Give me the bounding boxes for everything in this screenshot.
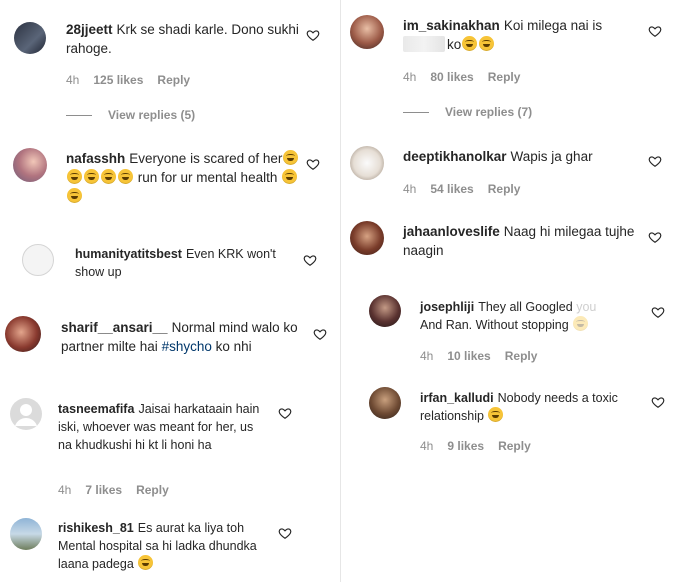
reply-button[interactable]: Reply [505, 349, 538, 363]
heart-icon[interactable] [303, 253, 317, 267]
avatar[interactable] [5, 316, 41, 352]
timestamp: 4h [403, 70, 417, 84]
column-divider [340, 0, 341, 582]
laughing-emoji-icon [101, 169, 116, 184]
heart-icon[interactable] [648, 230, 662, 244]
heart-icon[interactable] [278, 526, 292, 540]
heart-icon[interactable] [651, 305, 665, 319]
comment-text-cont: And Ran. Without stopping [420, 318, 569, 332]
blurred-mention [403, 36, 445, 52]
reply-button[interactable]: Reply [498, 439, 531, 453]
avatar[interactable] [22, 244, 54, 276]
likes-count[interactable]: 10 likes [447, 349, 490, 363]
emoji-icon [573, 316, 589, 331]
timestamp: 4h [58, 483, 72, 497]
username[interactable]: humanityatitsbest [75, 247, 182, 261]
username[interactable]: 28jjeett [66, 22, 113, 37]
avatar[interactable] [350, 221, 384, 255]
laughing-emoji-icon [282, 169, 298, 184]
default-user-icon [15, 404, 37, 426]
reply-button[interactable]: Reply [488, 70, 521, 84]
timestamp: 4h [66, 73, 80, 87]
comment-text: They all Googled [478, 300, 573, 314]
view-replies-label: View replies (5) [108, 108, 196, 122]
reply-button[interactable]: Reply [488, 182, 521, 196]
laughing-emoji-icon [67, 188, 82, 203]
comment-text-cont: ko nhi [215, 339, 252, 354]
avatar[interactable] [369, 295, 401, 327]
faded-text: you [576, 300, 597, 314]
timestamp: 4h [420, 349, 434, 363]
timestamp: 4h [420, 439, 434, 453]
username[interactable]: im_sakinakhan [403, 18, 500, 33]
avatar[interactable] [350, 15, 384, 49]
timestamp: 4h [403, 182, 417, 196]
view-replies-button[interactable]: View replies (5) [66, 108, 195, 122]
comment-text-cont: ko [447, 37, 462, 52]
laughing-emoji-icon [462, 36, 478, 51]
heart-icon[interactable] [648, 24, 662, 38]
comment-text: Koi milega nai is [503, 18, 603, 33]
heart-icon[interactable] [306, 157, 320, 171]
avatar[interactable] [10, 518, 42, 550]
laughing-emoji-icon [118, 169, 133, 184]
heart-icon[interactable] [313, 327, 327, 341]
avatar[interactable] [14, 22, 46, 54]
avatar[interactable] [350, 146, 384, 180]
comment-text: Wapis ja ghar [510, 149, 593, 164]
username[interactable]: rishikesh_81 [58, 521, 134, 535]
username[interactable]: tasneemafifa [58, 402, 134, 416]
likes-count[interactable]: 80 likes [430, 70, 473, 84]
username[interactable]: nafasshh [66, 151, 125, 166]
laughing-emoji-icon [138, 555, 154, 570]
hashtag-link[interactable]: #shycho [162, 339, 212, 354]
reply-button[interactable]: Reply [136, 483, 169, 497]
username[interactable]: deeptikhanolkar [403, 149, 507, 164]
likes-count[interactable]: 7 likes [85, 483, 122, 497]
likes-count[interactable]: 54 likes [430, 182, 473, 196]
comment-text-cont: run for ur mental health [137, 170, 278, 185]
likes-count[interactable]: 125 likes [93, 73, 143, 87]
heart-icon[interactable] [306, 28, 320, 42]
heart-icon[interactable] [651, 395, 665, 409]
avatar[interactable] [13, 148, 47, 182]
username[interactable]: jahaanloveslife [403, 224, 500, 239]
view-replies-button[interactable]: View replies (7) [403, 105, 532, 119]
laughing-emoji-icon [84, 169, 99, 184]
divider-line [66, 115, 92, 117]
username[interactable]: josephliji [420, 300, 474, 314]
reply-button[interactable]: Reply [157, 73, 190, 87]
laughing-emoji-icon [283, 150, 299, 165]
comment-text: Everyone is scared of her [129, 151, 283, 166]
avatar[interactable] [369, 387, 401, 419]
laughing-emoji-icon [488, 407, 504, 422]
username[interactable]: irfan_kalludi [420, 391, 494, 405]
heart-icon[interactable] [278, 406, 292, 420]
view-replies-label: View replies (7) [445, 105, 533, 119]
divider-line [403, 112, 429, 114]
likes-count[interactable]: 9 likes [447, 439, 484, 453]
username[interactable]: sharif__ansari__ [61, 320, 168, 335]
laughing-emoji-icon [67, 169, 82, 184]
laughing-emoji-icon [479, 36, 495, 51]
heart-icon[interactable] [648, 154, 662, 168]
